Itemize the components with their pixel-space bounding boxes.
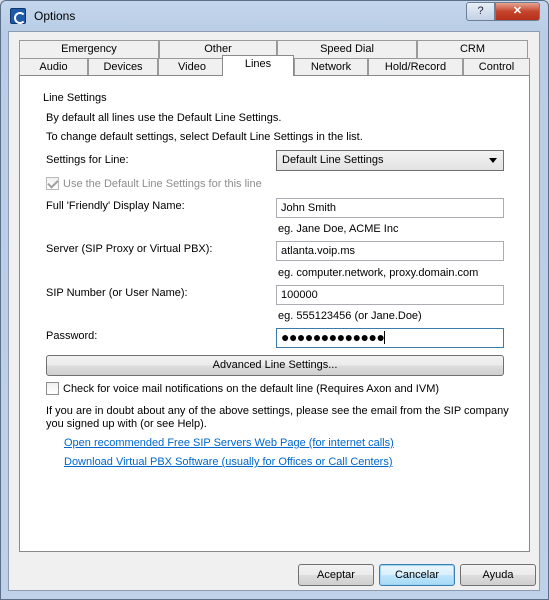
tab-speed-dial[interactable]: Speed Dial [277, 40, 417, 58]
close-title-button[interactable]: ✕ [495, 2, 540, 21]
tab-emergency[interactable]: Emergency [19, 40, 159, 58]
password-masked-value: ●●●●●●●●●●●●● [281, 329, 385, 345]
display-name-hint: eg. Jane Doe, ACME Inc [278, 223, 399, 235]
tab-crm[interactable]: CRM [417, 40, 528, 58]
doubt-text-1: If you are in doubt about any of the abo… [46, 405, 509, 417]
doubt-text-2: you signed up with (or see Help). [46, 418, 207, 430]
sip-number-field[interactable]: 100000 [276, 285, 504, 305]
settings-for-line-value: Default Line Settings [282, 154, 384, 166]
line-settings-title: Line Settings [40, 92, 110, 104]
advanced-line-settings-button[interactable]: Advanced Line Settings... [46, 355, 504, 376]
tab-network[interactable]: Network [294, 58, 368, 76]
server-label: Server (SIP Proxy or Virtual PBX): [46, 243, 213, 255]
intro-text-1: By default all lines use the Default Lin… [46, 112, 282, 124]
tab-devices[interactable]: Devices [88, 58, 158, 76]
voicemail-checkbox[interactable] [46, 382, 59, 395]
display-name-field[interactable]: John Smith [276, 198, 504, 218]
title-bar[interactable]: Options ? ✕ [1, 1, 548, 31]
settings-for-line-label: Settings for Line: [46, 154, 129, 166]
tab-video[interactable]: Video [158, 58, 226, 76]
settings-for-line-dropdown[interactable]: Default Line Settings [276, 150, 504, 171]
use-default-settings-label: Use the Default Line Settings for this l… [63, 178, 262, 190]
server-field[interactable]: atlanta.voip.ms [276, 241, 504, 261]
text-caret [384, 331, 386, 344]
tab-audio[interactable]: Audio [19, 58, 88, 76]
virtual-pbx-download-link[interactable]: Download Virtual PBX Software (usually f… [64, 456, 393, 468]
sip-number-hint: eg. 555123456 (or Jane.Doe) [278, 310, 422, 322]
server-hint: eg. computer.network, proxy.domain.com [278, 267, 479, 279]
app-icon [10, 8, 26, 24]
accept-button[interactable]: Aceptar [298, 564, 374, 586]
lines-tab-panel [19, 75, 530, 552]
password-label: Password: [46, 330, 98, 342]
chevron-down-icon [489, 158, 497, 163]
help-title-button[interactable]: ? [466, 2, 495, 21]
window-title: Options [34, 9, 76, 23]
tab-lines[interactable]: Lines [222, 55, 294, 76]
display-name-label: Full 'Friendly' Display Name: [46, 200, 185, 212]
sip-number-label: SIP Number (or User Name): [46, 287, 188, 299]
password-field[interactable]: ●●●●●●●●●●●●● [276, 328, 504, 348]
tab-control[interactable]: Control [463, 58, 530, 76]
free-sip-servers-link[interactable]: Open recommended Free SIP Servers Web Pa… [64, 437, 394, 449]
use-default-settings-checkbox[interactable] [46, 177, 59, 190]
cancel-button[interactable]: Cancelar [379, 564, 455, 586]
tab-hold-record[interactable]: Hold/Record [368, 58, 463, 76]
intro-text-2: To change default settings, select Defau… [46, 131, 363, 143]
help-button[interactable]: Ayuda [460, 564, 536, 586]
voicemail-label: Check for voice mail notifications on th… [63, 383, 440, 395]
